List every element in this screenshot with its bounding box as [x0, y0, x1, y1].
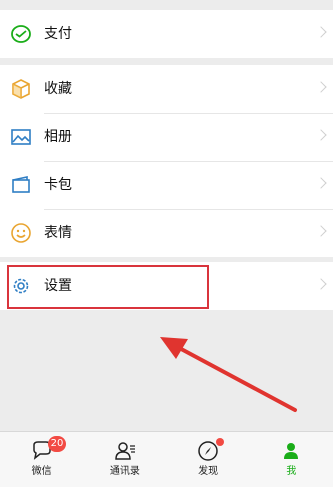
cube-icon	[12, 79, 30, 99]
features-group: 收藏 相册 卡包 表情	[0, 65, 333, 257]
menu-label-album: 相册	[44, 129, 72, 145]
tab-label-discover: 发现	[198, 466, 219, 477]
menu-item-album[interactable]: 相册	[0, 113, 333, 161]
tab-contacts[interactable]: 通讯录	[83, 432, 166, 487]
menu-item-cards[interactable]: 卡包	[0, 161, 333, 209]
chevron-right-icon	[315, 278, 327, 290]
unread-badge: 20	[47, 436, 67, 452]
bottom-tab-bar: 20 微信 通讯录 发现 我	[0, 431, 333, 487]
card-wallet-icon	[12, 176, 30, 193]
contacts-icon	[115, 442, 135, 460]
chevron-right-icon	[315, 26, 327, 38]
wallet-icon	[11, 25, 31, 43]
menu-label-favorites: 收藏	[44, 81, 72, 97]
menu-label-stickers: 表情	[44, 225, 72, 241]
arrow-annotation	[160, 337, 297, 412]
new-dot-badge	[216, 438, 225, 446]
menu-label-cards: 卡包	[44, 177, 72, 193]
tab-me[interactable]: 我	[250, 432, 333, 487]
menu-item-stickers[interactable]: 表情	[0, 209, 333, 257]
tab-discover[interactable]: 发现	[167, 432, 250, 487]
image-icon	[11, 129, 31, 145]
chevron-right-icon	[315, 177, 327, 189]
tab-label-contacts: 通讯录	[109, 466, 140, 477]
pay-group: 支付	[0, 10, 333, 58]
menu-item-favorites[interactable]: 收藏	[0, 65, 333, 113]
tab-label-chats: 微信	[31, 466, 52, 477]
tab-label-me: 我	[286, 466, 297, 477]
tab-chats[interactable]: 20 微信	[0, 432, 83, 487]
chevron-right-icon	[315, 81, 327, 93]
chevron-right-icon	[315, 129, 327, 141]
menu-label-pay: 支付	[44, 26, 72, 42]
chevron-right-icon	[315, 225, 327, 237]
smiley-icon	[11, 223, 31, 243]
person-icon	[284, 443, 299, 459]
highlight-box	[7, 265, 209, 309]
menu-item-pay[interactable]: 支付	[0, 10, 333, 58]
